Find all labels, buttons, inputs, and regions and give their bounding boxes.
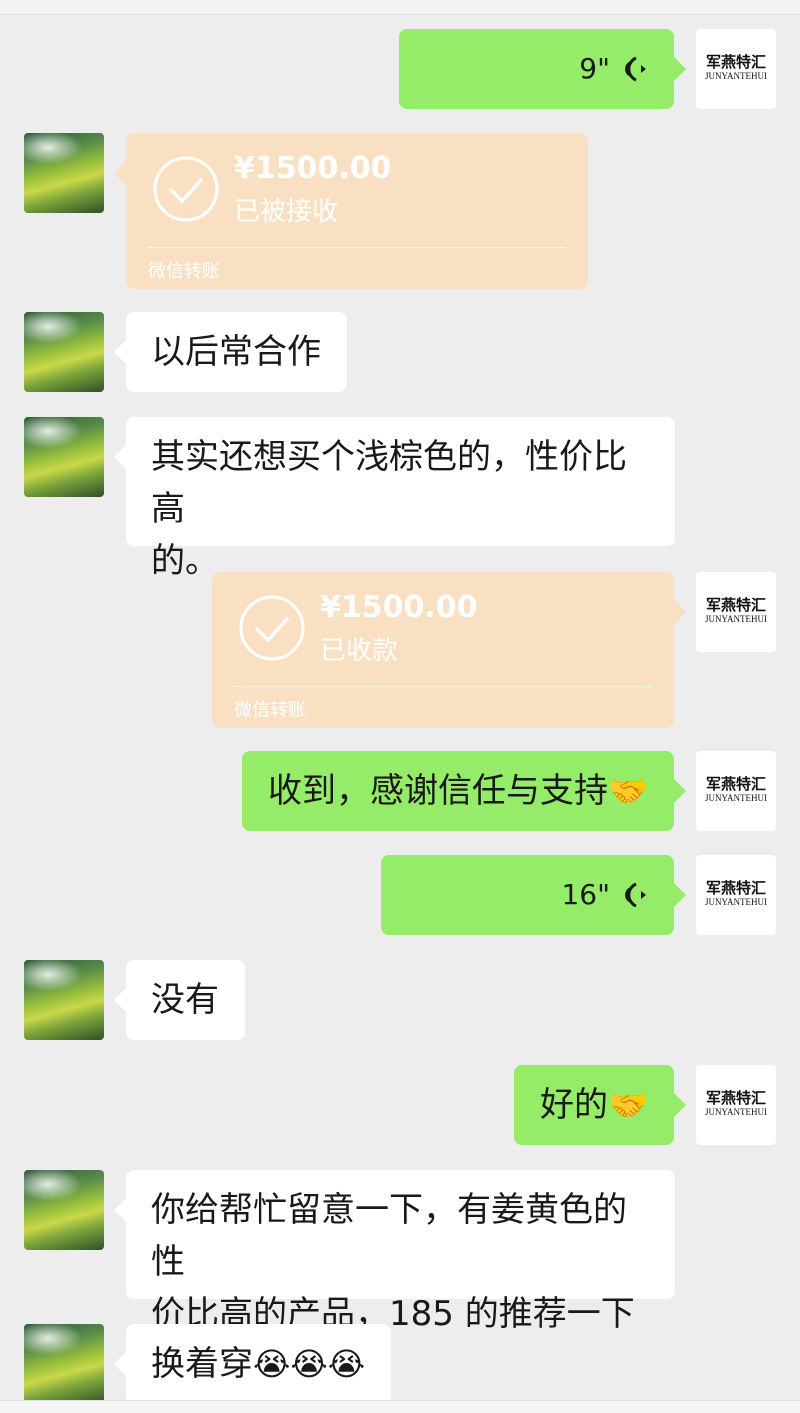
landscape-photo xyxy=(24,312,104,392)
top-edge xyxy=(0,0,800,15)
text-message-bubble[interactable]: 其实还想买个浅棕色的，性价比高 的。 xyxy=(114,417,675,581)
text-message-bubble[interactable]: 没有 xyxy=(114,960,245,1040)
landscape-photo xyxy=(24,960,104,1040)
message-text-line: 你给帮忙留意一下，有姜黄色的性 xyxy=(151,1190,627,1282)
bottom-edge xyxy=(0,1400,800,1413)
handshake-emoji: 🤝 xyxy=(608,772,648,810)
svg-text:军燕特汇: 军燕特汇 xyxy=(706,596,766,614)
contact-avatar[interactable] xyxy=(24,133,104,213)
junyantehui-logo: 军燕特汇 JUNYANTEHUI xyxy=(705,775,767,803)
landscape-photo xyxy=(24,1324,104,1404)
message-text: 收到，感谢信任与支持 xyxy=(268,771,608,811)
text-message-bubble[interactable]: 收到，感谢信任与支持🤝 xyxy=(242,751,686,831)
self-avatar[interactable]: 军燕特汇 JUNYANTEHUI xyxy=(696,572,776,652)
landscape-photo xyxy=(24,133,104,213)
svg-text:JUNYANTEHUI: JUNYANTEHUI xyxy=(705,1107,767,1117)
voice-wave-icon xyxy=(625,882,646,908)
divider xyxy=(148,247,566,248)
transfer-status: 已收款 xyxy=(320,636,399,666)
contact-avatar[interactable] xyxy=(24,312,104,392)
voice-message-bubble[interactable]: 16" xyxy=(381,855,686,935)
check-circle-icon xyxy=(239,595,305,661)
svg-text:JUNYANTEHUI: JUNYANTEHUI xyxy=(705,614,767,624)
svg-text:军燕特汇: 军燕特汇 xyxy=(706,775,766,793)
contact-avatar[interactable] xyxy=(24,1324,104,1404)
contact-avatar[interactable] xyxy=(24,1170,104,1250)
svg-text:JUNYANTEHUI: JUNYANTEHUI xyxy=(705,793,767,803)
junyantehui-logo: 军燕特汇 JUNYANTEHUI xyxy=(705,53,767,81)
text-message-bubble[interactable]: 好的🤝 xyxy=(514,1065,686,1145)
svg-text:军燕特汇: 军燕特汇 xyxy=(706,879,766,897)
svg-text:JUNYANTEHUI: JUNYANTEHUI xyxy=(705,897,767,907)
junyantehui-logo: 军燕特汇 JUNYANTEHUI xyxy=(705,879,767,907)
junyantehui-logo: 军燕特汇 JUNYANTEHUI xyxy=(705,1089,767,1117)
landscape-photo xyxy=(24,417,104,497)
crying-emoji: 😭😭😭 xyxy=(253,1345,366,1383)
self-avatar[interactable]: 军燕特汇 JUNYANTEHUI xyxy=(696,29,776,109)
transfer-footer: 微信转账 xyxy=(148,261,220,282)
text-message-bubble[interactable]: 以后常合作 xyxy=(114,312,347,392)
transfer-status: 已被接收 xyxy=(234,197,339,227)
svg-text:军燕特汇: 军燕特汇 xyxy=(706,1089,766,1107)
message-text: 以后常合作 xyxy=(151,332,321,372)
text-message-bubble[interactable]: 你给帮忙留意一下，有姜黄色的性 价比高的产品，185 的推荐一下 xyxy=(114,1170,675,1334)
handshake-emoji: 🤝 xyxy=(608,1086,648,1124)
self-avatar[interactable]: 军燕特汇 JUNYANTEHUI xyxy=(696,855,776,935)
divider xyxy=(234,686,652,687)
message-text: 没有 xyxy=(151,980,219,1020)
transfer-card[interactable]: ¥1500.00 已收款 微信转账 xyxy=(212,572,686,728)
contact-avatar[interactable] xyxy=(24,960,104,1040)
transfer-amount: ¥1500.00 xyxy=(234,151,392,186)
transfer-amount: ¥1500.00 xyxy=(320,590,478,625)
transfer-card[interactable]: ¥1500.00 已被接收 微信转账 xyxy=(114,133,588,289)
voice-message-bubble[interactable]: 9" xyxy=(399,29,686,109)
svg-text:JUNYANTEHUI: JUNYANTEHUI xyxy=(705,71,767,81)
self-avatar[interactable]: 军燕特汇 JUNYANTEHUI xyxy=(696,751,776,831)
message-text: 换着穿 xyxy=(151,1344,253,1384)
check-circle-icon xyxy=(153,156,219,222)
junyantehui-logo: 军燕特汇 JUNYANTEHUI xyxy=(705,596,767,624)
landscape-photo xyxy=(24,1170,104,1250)
voice-wave-icon xyxy=(625,56,646,82)
text-message-bubble[interactable]: 换着穿😭😭😭 xyxy=(113,1324,392,1404)
svg-text:军燕特汇: 军燕特汇 xyxy=(706,53,766,71)
transfer-footer: 微信转账 xyxy=(234,700,306,721)
contact-avatar[interactable] xyxy=(24,417,104,497)
self-avatar[interactable]: 军燕特汇 JUNYANTEHUI xyxy=(696,1065,776,1145)
message-text-line: 其实还想买个浅棕色的，性价比高 xyxy=(151,437,627,529)
voice-duration: 9" xyxy=(579,52,610,85)
message-text: 好的 xyxy=(540,1085,608,1125)
voice-duration: 16" xyxy=(561,878,610,911)
